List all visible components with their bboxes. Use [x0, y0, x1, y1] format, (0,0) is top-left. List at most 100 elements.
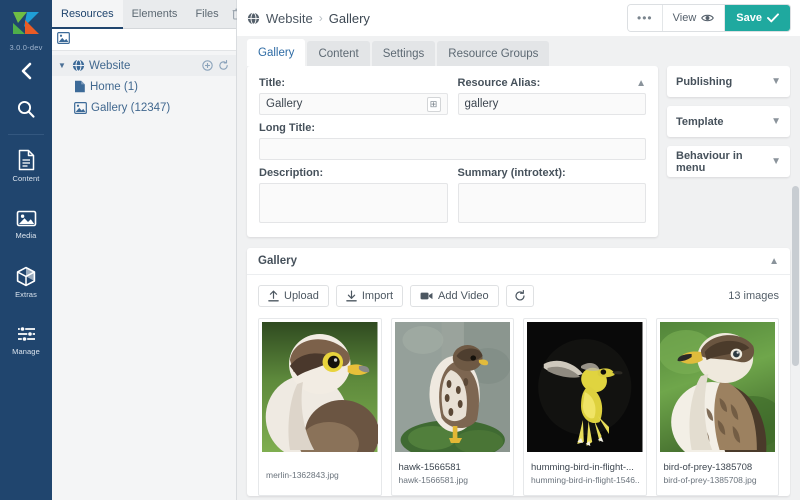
tree-node-gallery[interactable]: Gallery (12347)	[52, 97, 236, 118]
description-textarea[interactable]	[259, 183, 448, 223]
chevron-up-icon[interactable]: ▲	[636, 78, 646, 89]
page-scroll-region[interactable]: Title: Gallery ⊞ Resource Alias: ▲ galle…	[237, 66, 800, 500]
view-button[interactable]: View	[662, 5, 726, 31]
import-button[interactable]: Import	[335, 285, 404, 307]
gallery-item[interactable]: hawk-1566581 hawk-1566581.jpg	[390, 318, 514, 496]
gallery-card-header[interactable]: Gallery ▲	[247, 248, 790, 275]
tree-node-label: Gallery (12347)	[91, 101, 171, 114]
top-row: Title: Gallery ⊞ Resource Alias: ▲ galle…	[247, 66, 790, 237]
collapse-nav-button[interactable]	[0, 52, 52, 90]
chevron-down-icon: ▼	[771, 116, 781, 127]
gallery-item[interactable]: bird-of-prey-1385708 bird-of-prey-138570…	[655, 318, 779, 496]
document-icon	[18, 149, 34, 171]
tab-label: Resource Groups	[448, 47, 539, 60]
refresh-icon[interactable]	[218, 60, 229, 71]
description-field-group: Description:	[259, 167, 448, 223]
title-alias-row: Title: Gallery ⊞ Resource Alias: ▲ galle…	[259, 77, 646, 115]
thumbnail-filename: bird-of-prey-1385708.jpg	[663, 475, 757, 485]
upload-button[interactable]: Upload	[258, 285, 329, 307]
panel-label: Publishing	[676, 75, 733, 88]
alias-label: Resource Alias:	[457, 77, 541, 89]
chevron-up-icon[interactable]: ▲	[769, 256, 779, 267]
tab-gallery[interactable]: Gallery	[247, 39, 306, 66]
title-label: Title:	[259, 77, 286, 89]
tree-tabs: Resources Elements Files	[52, 0, 243, 29]
tree-tab-files[interactable]: Files	[186, 0, 227, 28]
main-vertical-scrollbar[interactable]	[791, 66, 800, 500]
hummingbird-photo	[527, 322, 643, 452]
tree-toolbar-media-button[interactable]	[57, 32, 70, 47]
tree-tab-elements[interactable]: Elements	[123, 0, 187, 28]
modx-logo[interactable]	[0, 0, 52, 42]
main-content-area: Website › Gallery ••• View Save Gallery …	[237, 0, 800, 500]
view-button-label: View	[672, 12, 697, 24]
chevron-down-icon[interactable]: ▼	[58, 61, 68, 70]
image-count-label: 13 images	[728, 290, 779, 302]
tree-node-label: Website	[89, 59, 131, 72]
thumbnail-image-merlin	[262, 322, 378, 452]
rail-item-label: Media	[15, 230, 37, 240]
image-icon	[57, 32, 70, 44]
thumbnail-caption: merlin-1362843.jpg	[259, 455, 381, 491]
thumbnail-caption: humming-bird-in-flight-... humming-bird-…	[524, 455, 646, 495]
title-input[interactable]: Gallery ⊞	[259, 93, 448, 115]
breadcrumb-current: Gallery	[328, 10, 370, 26]
gallery-item[interactable]: merlin-1362843.jpg	[258, 318, 382, 496]
title-field-group: Title: Gallery ⊞	[259, 77, 448, 115]
gallery-item[interactable]: humming-bird-in-flight-... humming-bird-…	[523, 318, 647, 496]
summary-label: Summary (introtext):	[457, 167, 566, 179]
tree-node-website[interactable]: ▼ Website	[52, 55, 236, 76]
long-title-label: Long Title:	[259, 122, 316, 134]
gallery-thumbnails: merlin-1362843.jpg hawk-1566581 hawk-156…	[247, 307, 790, 496]
alias-input[interactable]: gallery	[457, 93, 646, 115]
rail-item-label: Content	[12, 174, 40, 183]
panel-publishing[interactable]: Publishing ▼	[667, 66, 790, 97]
image-icon	[74, 101, 87, 114]
tab-content[interactable]: Content	[307, 41, 370, 66]
side-panels: Publishing ▼ Template ▼ Behaviour in men…	[667, 66, 790, 177]
add-video-button[interactable]: Add Video	[410, 285, 499, 307]
summary-textarea[interactable]	[457, 183, 646, 223]
tree-tab-label: Resources	[61, 8, 114, 20]
rail-item-extras[interactable]: Extras	[0, 253, 52, 311]
thumbnail-image-hummingbird	[527, 322, 643, 452]
tab-label: Settings	[382, 47, 425, 60]
rail-item-content[interactable]: Content	[0, 137, 52, 195]
thumbnail-filename: hawk-1566581.jpg	[398, 475, 468, 485]
breadcrumb-root[interactable]: Website	[266, 11, 313, 26]
long-title-field-group: Long Title:	[259, 122, 646, 160]
tree-tab-label: Elements	[131, 8, 178, 20]
long-title-input[interactable]	[259, 138, 646, 160]
download-icon	[346, 290, 357, 302]
alias-field-group: Resource Alias: ▲ gallery	[457, 77, 646, 115]
summary-field-group: Summary (introtext):	[457, 167, 646, 223]
rail-item-label: Extras	[15, 289, 37, 299]
rail-item-manage[interactable]: Manage	[0, 311, 52, 369]
breadcrumb: Website › Gallery	[247, 11, 370, 26]
panel-template[interactable]: Template ▼	[667, 106, 790, 137]
tree-tab-resources[interactable]: Resources	[52, 0, 123, 29]
tab-settings[interactable]: Settings	[371, 41, 436, 66]
bird-of-prey-photo	[659, 322, 775, 452]
rail-item-media[interactable]: Media	[0, 195, 52, 253]
insert-icon[interactable]: ⊞	[426, 96, 441, 112]
refresh-gallery-button[interactable]	[505, 285, 534, 307]
left-nav-rail: 3.0.0-dev Content Media Extras Manage	[0, 0, 52, 500]
resource-tree-panel: Resources Elements Files ▼ Website Home …	[52, 0, 243, 500]
plus-circle-icon[interactable]	[202, 60, 213, 71]
title-input-value: Gallery	[266, 98, 303, 110]
more-actions-button[interactable]: •••	[628, 5, 663, 31]
tab-label: Gallery	[258, 46, 295, 59]
panel-behaviour-in-menu[interactable]: Behaviour in menu ▼	[667, 146, 790, 177]
tree-node-label: Home (1)	[90, 80, 138, 93]
tree-node-home[interactable]: Home (1)	[52, 76, 236, 97]
tree-node-actions	[202, 60, 236, 71]
gallery-card: Gallery ▲ Upload Import Add Video 13 ima…	[247, 248, 790, 496]
description-label: Description:	[259, 167, 324, 179]
merlin-falcon-photo	[262, 322, 378, 452]
search-button[interactable]	[0, 90, 52, 128]
save-button[interactable]: Save	[725, 5, 790, 31]
scrollbar-thumb[interactable]	[792, 186, 799, 366]
tab-resource-groups[interactable]: Resource Groups	[437, 41, 550, 66]
tree-tab-label: Files	[195, 8, 219, 20]
